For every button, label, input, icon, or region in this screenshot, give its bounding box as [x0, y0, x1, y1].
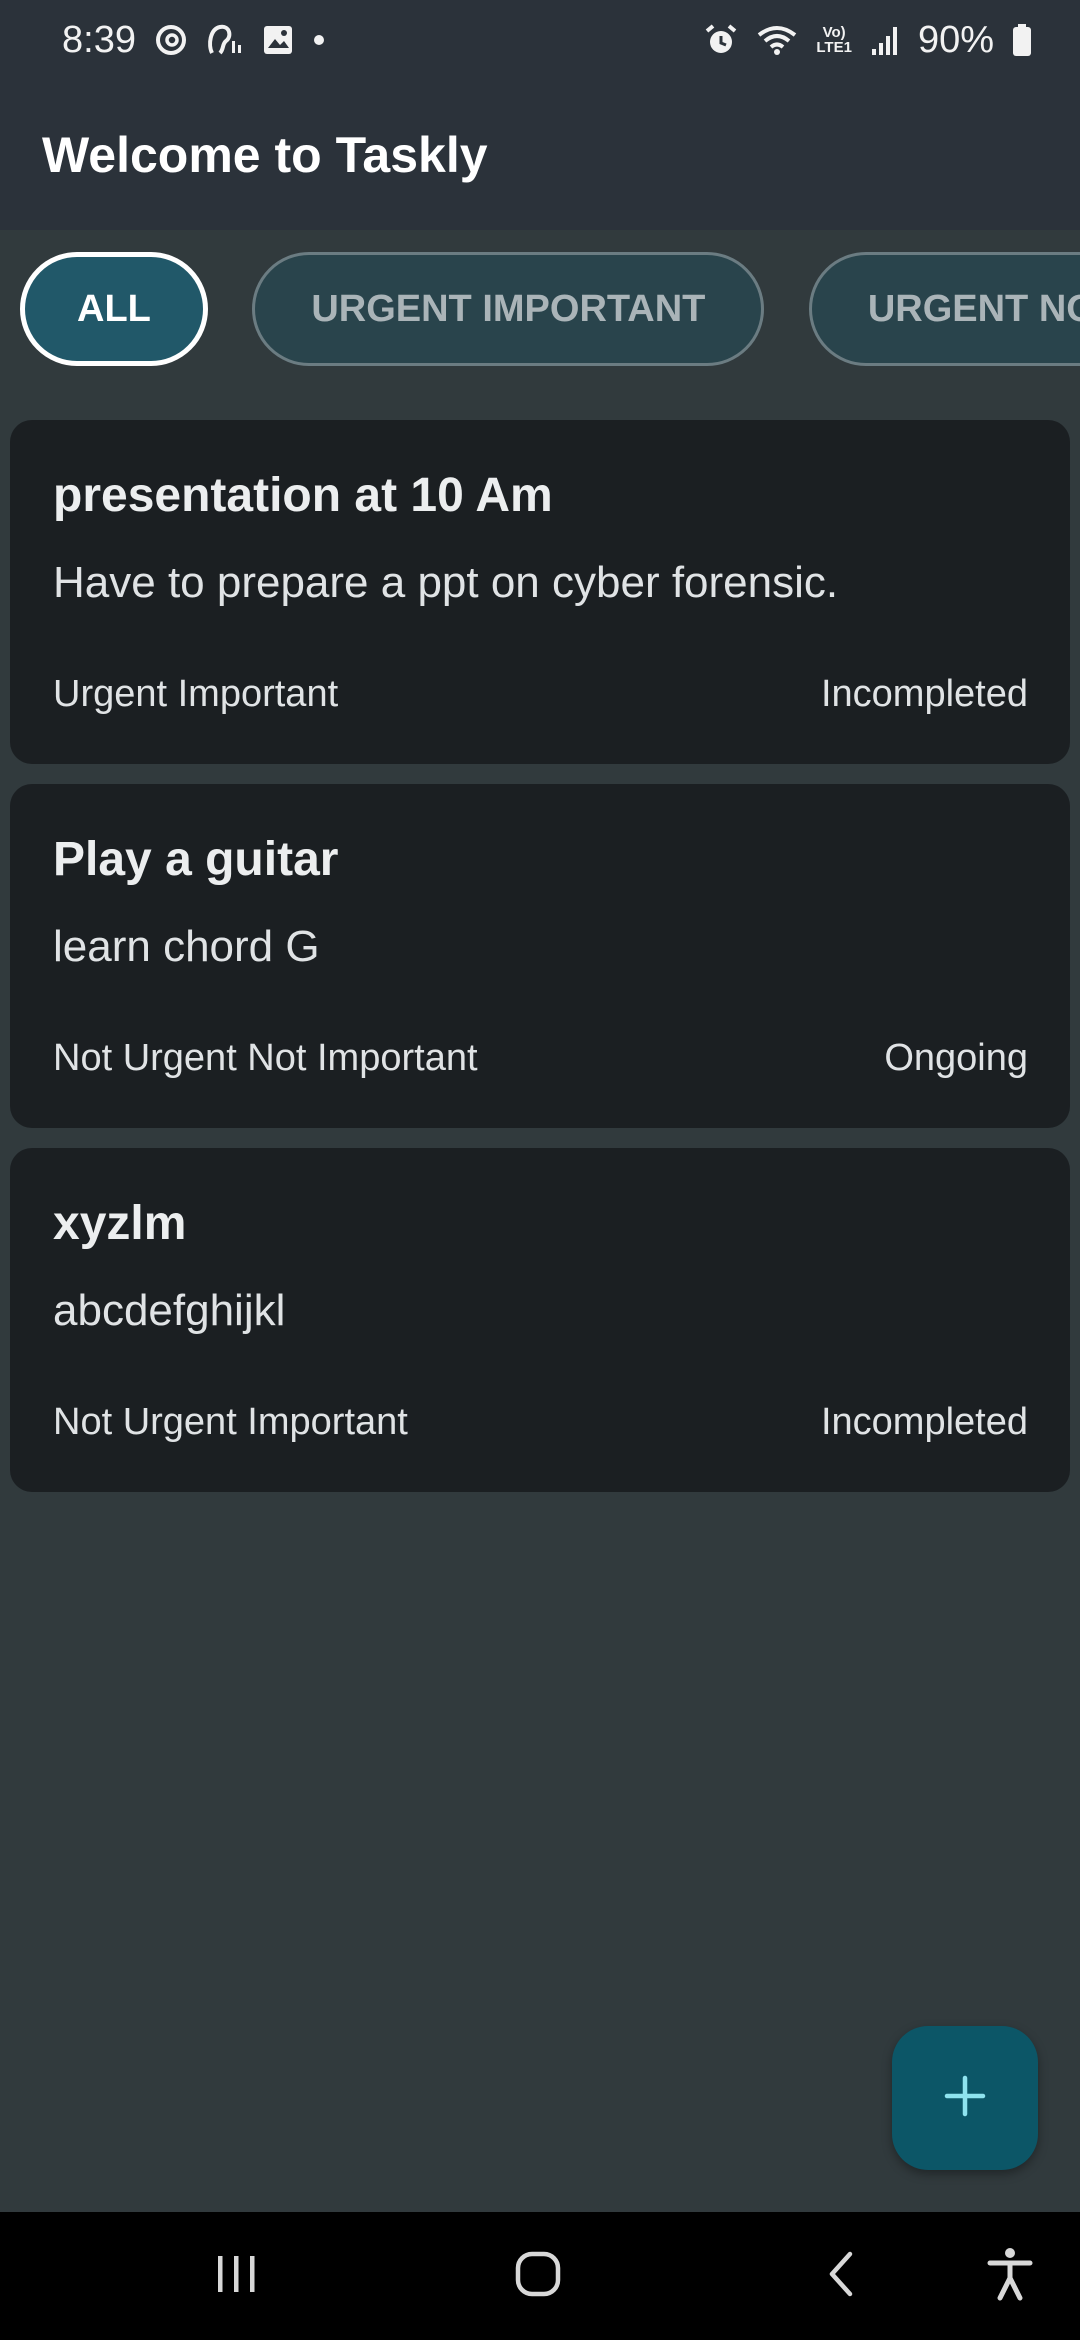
task-status: Ongoing [884, 1037, 1028, 1079]
status-bar: 8:39 Vo) LTE1 90% [0, 0, 1080, 80]
home-icon [514, 2250, 562, 2303]
plus-icon [943, 2074, 987, 2123]
filter-chips[interactable]: ALL URGENT IMPORTANT URGENT NO [0, 230, 1080, 390]
battery-icon [1012, 23, 1032, 57]
add-task-button[interactable] [892, 2026, 1038, 2170]
task-category: Not Urgent Important [53, 1401, 408, 1443]
task-description: abcdefghijkl [53, 1286, 286, 1335]
hearing-icon [206, 23, 244, 57]
task-category: Not Urgent Not Important [53, 1037, 478, 1079]
wifi-icon [756, 23, 798, 57]
filter-chip-urgent-not-important[interactable]: URGENT NO [808, 252, 1080, 366]
filter-chip-all[interactable]: ALL [20, 252, 208, 366]
volte-icon: Vo) LTE1 [816, 25, 852, 55]
back-icon [824, 2250, 856, 2303]
accessibility-button[interactable] [950, 2212, 1070, 2340]
task-status: Incompleted [820, 673, 1028, 715]
task-meta: Not Urgent Not Important Ongoing [53, 1037, 1028, 1080]
app-bar: Welcome to Taskly [0, 80, 1080, 230]
filter-chip-urgent-important[interactable]: URGENT IMPORTANT [252, 252, 765, 366]
task-card[interactable]: Play a guitar learn chord G Not Urgent N… [10, 784, 1070, 1128]
task-title: Play a guitar [53, 833, 339, 886]
task-description: learn chord G [53, 922, 320, 971]
dot-icon [312, 33, 326, 47]
image-icon [262, 24, 294, 56]
task-meta: Urgent Important Incompleted [53, 673, 1028, 716]
task-card[interactable]: xyzlm abcdefghijkl Not Urgent Important … [10, 1148, 1070, 1492]
task-title: xyzlm [53, 1197, 187, 1250]
accessibility-icon [986, 2246, 1034, 2307]
task-description: Have to prepare a ppt on cyber forensic. [53, 558, 839, 607]
page-title: Welcome to Taskly [42, 127, 488, 183]
recent-apps-button[interactable] [176, 2212, 296, 2340]
task-title: presentation at 10 Am [53, 469, 553, 522]
volte-line1: Vo) [822, 24, 846, 41]
back-button[interactable] [780, 2212, 900, 2340]
status-left: 8:39 [62, 19, 326, 62]
task-list: presentation at 10 Am Have to prepare a … [10, 420, 1070, 1512]
task-card[interactable]: presentation at 10 Am Have to prepare a … [10, 420, 1070, 764]
task-status: Incompleted [820, 1401, 1028, 1443]
task-meta: Not Urgent Important Incompleted [53, 1401, 1028, 1444]
signal-icon [870, 23, 900, 57]
recent-apps-icon [214, 2254, 258, 2299]
system-nav-bar [0, 2212, 1080, 2340]
threads-icon [154, 23, 188, 57]
home-button[interactable] [478, 2212, 598, 2340]
status-time: 8:39 [62, 18, 136, 61]
alarm-icon [704, 23, 738, 57]
battery-percent: 90% [917, 18, 994, 61]
task-category: Urgent Important [53, 673, 339, 715]
status-right: Vo) LTE1 90% [704, 19, 1032, 62]
volte-line2: LTE1 [816, 39, 852, 56]
